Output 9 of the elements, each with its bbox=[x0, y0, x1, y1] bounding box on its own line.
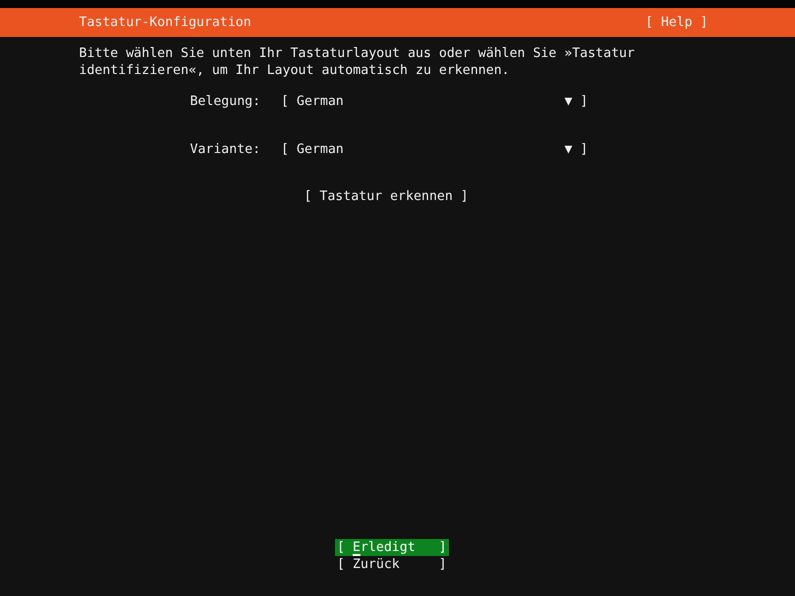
menu-button[interactable]: [ Zurück ] bbox=[335, 556, 449, 573]
dropdown-field[interactable]: [ German ▼ ] bbox=[281, 141, 588, 158]
field-label: Belegung: bbox=[190, 93, 262, 110]
field-label: Variante: bbox=[190, 141, 262, 158]
menu-button[interactable]: [ Erledigt ] bbox=[335, 539, 449, 556]
intro-text: Bitte wählen Sie unten Ihr Tastaturlayout aus oder wählen Sie »Tastatur identifizieren«, um Ihr Layout automatisch zu erkennen. bbox=[79, 45, 636, 79]
identify-keyboard-button[interactable]: [ Tastatur erkennen ] bbox=[304, 188, 468, 205]
screen-title: Tastatur-Konfiguration bbox=[79, 14, 252, 31]
dropdown-field[interactable]: [ German ▼ ] bbox=[281, 93, 588, 110]
